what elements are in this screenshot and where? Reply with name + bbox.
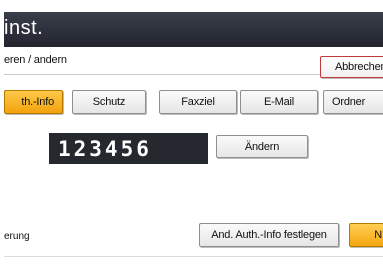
change-button[interactable]: Ändern — [216, 135, 308, 158]
tab-bar: th.-Info Schutz Faxziel E-Mail Ordner — [4, 90, 383, 116]
tab-fax-destination[interactable]: Faxziel — [159, 90, 237, 114]
tab-auth-info[interactable]: th.-Info — [4, 90, 63, 114]
set-auth-info-button[interactable]: And. Auth.-Info festlegen — [199, 223, 339, 247]
cancel-button[interactable]: Abbrechen — [320, 56, 383, 78]
next-button[interactable]: N — [349, 223, 383, 247]
title-bar: inst. — [4, 12, 383, 47]
screen: inst. eren / andern Abbrechen th.-Info S… — [4, 12, 383, 273]
divider — [4, 256, 383, 257]
breadcrumb: eren / andern — [4, 54, 67, 66]
tab-email[interactable]: E-Mail — [240, 90, 318, 114]
tab-folder[interactable]: Ordner — [323, 90, 383, 114]
window-title: inst. — [4, 17, 44, 39]
registration-number-display: 123456 — [49, 133, 208, 164]
tab-protection[interactable]: Schutz — [72, 90, 146, 114]
footer-label: erung — [4, 231, 30, 242]
